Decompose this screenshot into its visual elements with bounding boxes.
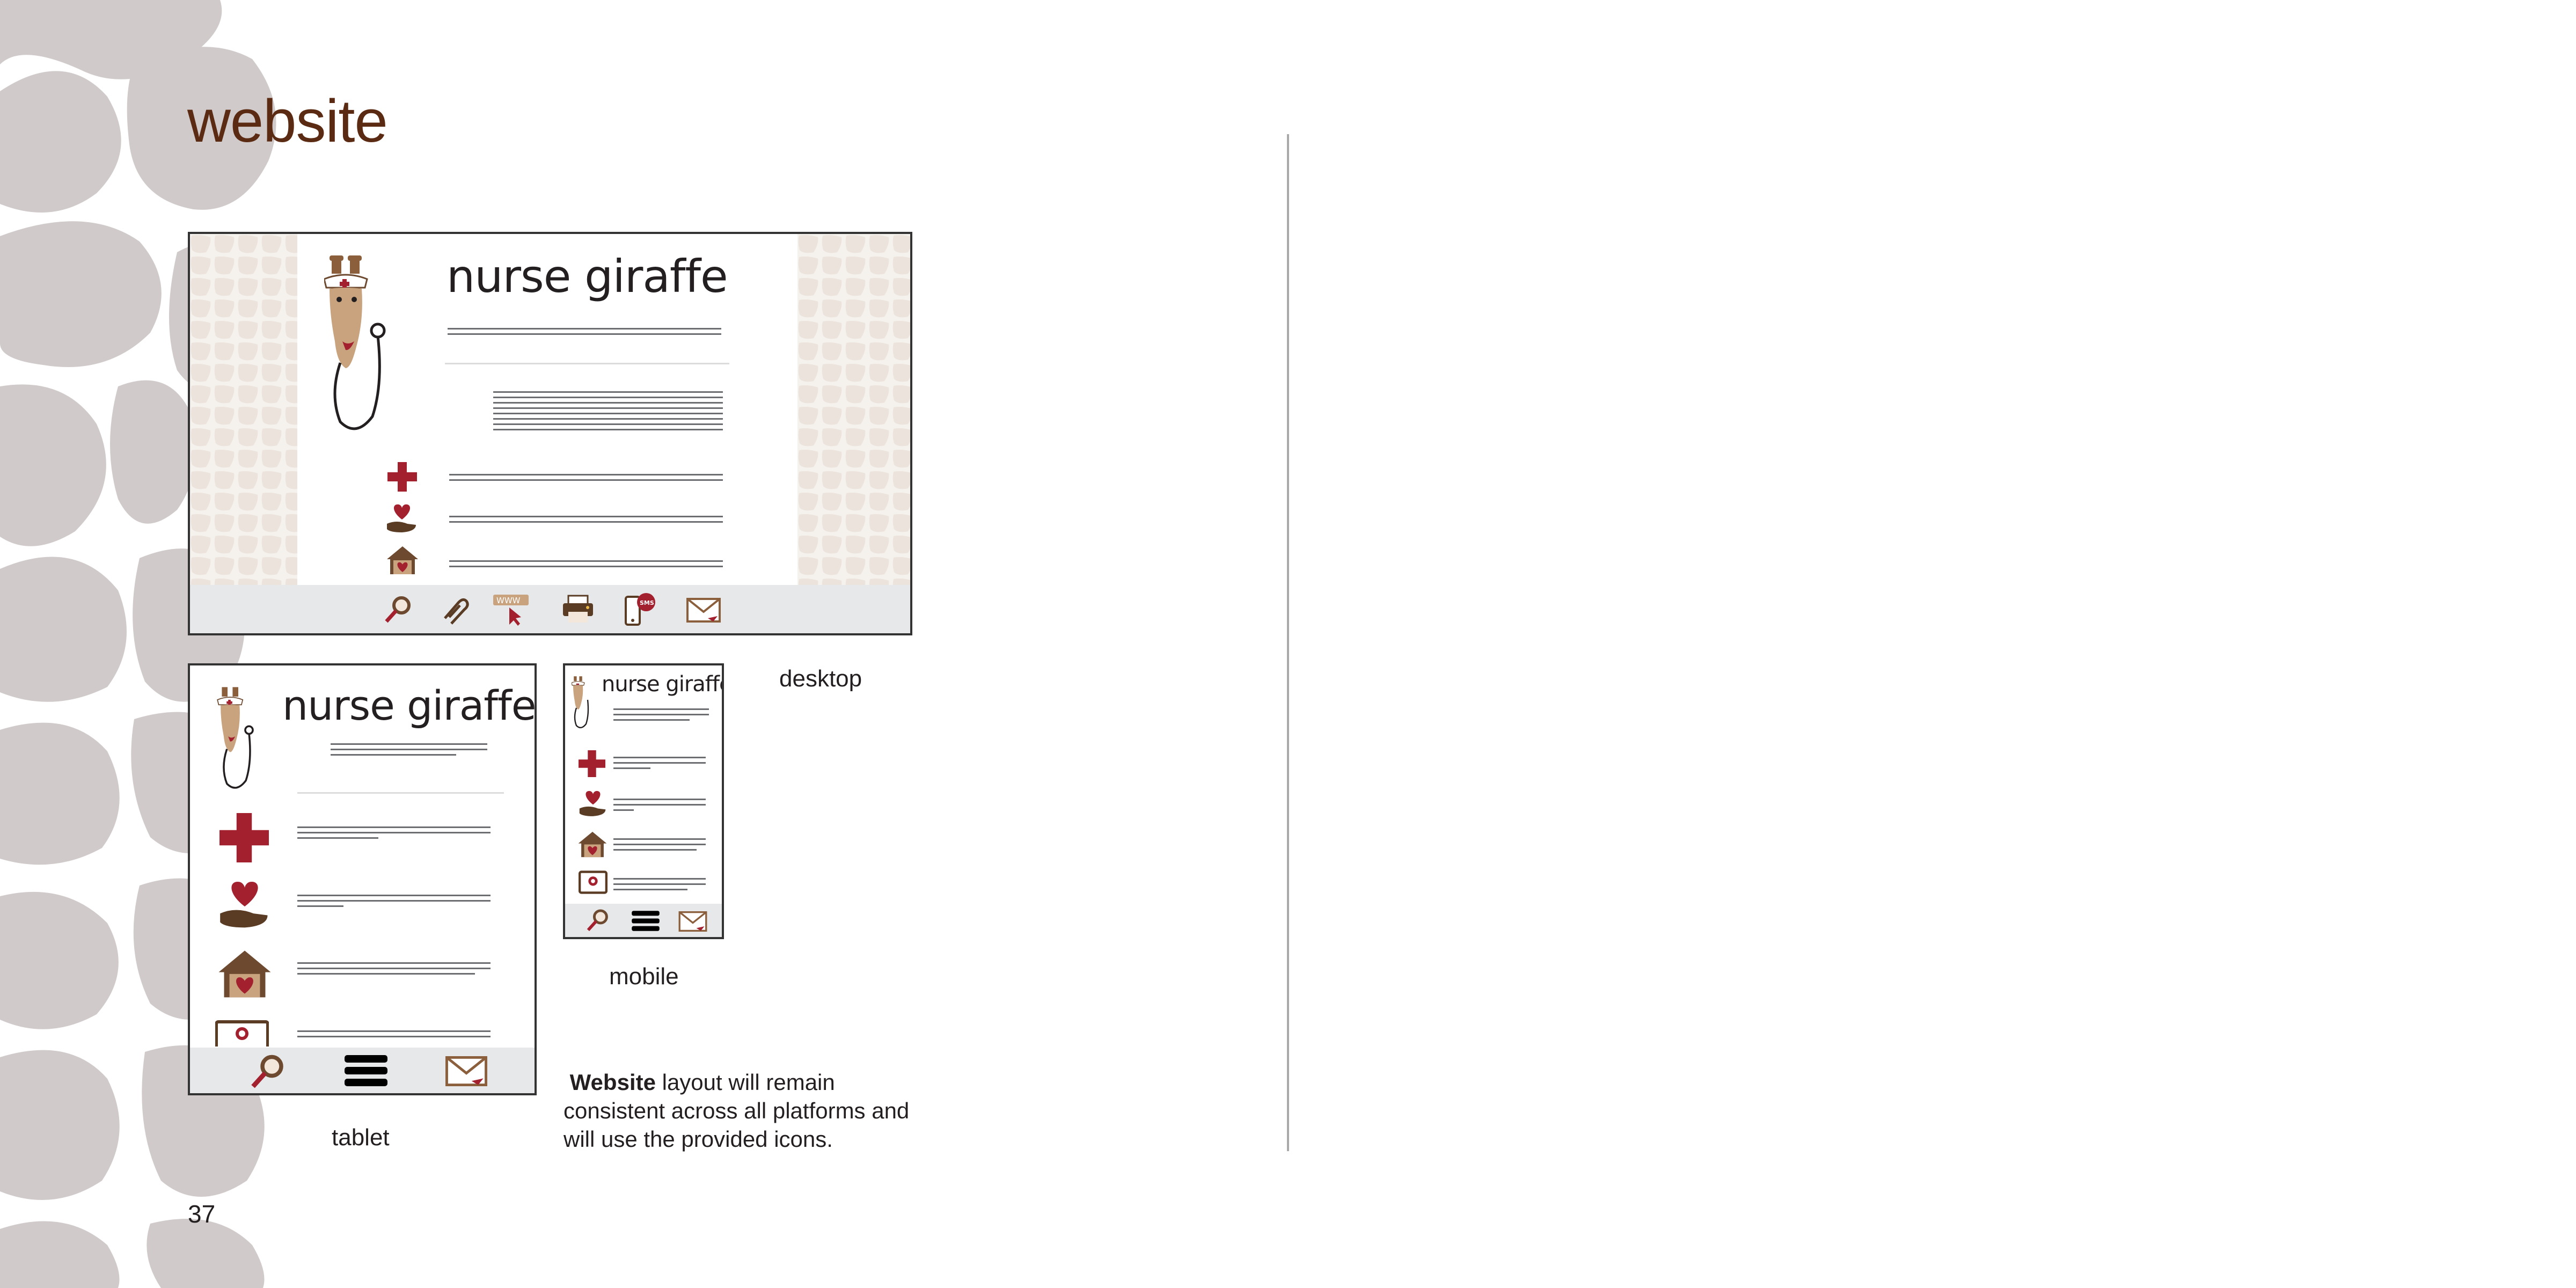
giraffe-logo-icon (324, 255, 386, 430)
envelope-icon[interactable] (686, 598, 721, 623)
mobile-intro-lines (613, 708, 709, 724)
desktop-section-1-lines (449, 474, 723, 485)
magnifier-icon[interactable] (249, 1053, 287, 1091)
heart-hand-icon (387, 504, 416, 532)
tablet-section-2-lines (297, 895, 491, 911)
desktop-caption: desktop (779, 665, 862, 692)
mobile-caption: mobile (609, 963, 679, 990)
certificate-icon (579, 870, 608, 894)
tablet-mockup: nurse giraffe (188, 663, 537, 1095)
desktop-side-pattern-right (797, 234, 910, 610)
magnifier-icon[interactable] (383, 595, 413, 625)
center-divider (1287, 134, 1289, 1151)
desktop-intro-lines (448, 328, 721, 339)
mobile-section-4-lines (613, 878, 706, 894)
house-heart-icon (387, 546, 418, 574)
page-title: website (187, 87, 388, 155)
desktop-section-2-lines (449, 516, 723, 526)
mobile-section-2-lines (613, 799, 706, 815)
desktop-mockup: nurse giraffe WWW SMS (188, 232, 912, 635)
magnifier-icon[interactable] (586, 908, 610, 933)
description-bold: Website (569, 1070, 656, 1095)
heart-hand-icon (220, 881, 268, 928)
printer-icon[interactable] (562, 595, 594, 625)
menu-icon[interactable] (631, 910, 661, 932)
desktop-body-lines (493, 391, 723, 434)
tablet-caption: tablet (332, 1124, 390, 1151)
description-text: Website layout will remain consistent ac… (564, 1068, 939, 1153)
house-heart-icon (578, 831, 607, 858)
desktop-separator (445, 363, 729, 364)
tablet-separator (297, 792, 504, 794)
mobile-section-1-lines (613, 757, 706, 773)
certificate-icon (215, 1020, 269, 1046)
tablet-brand-title: nurse giraffe (282, 682, 536, 729)
page-number: 37 (188, 1200, 216, 1228)
desktop-footer-bar: WWW SMS (190, 585, 910, 633)
svg-text:WWW: WWW (496, 596, 521, 605)
mobile-section-3-lines (613, 838, 706, 854)
mobile-footer-bar (565, 904, 722, 937)
phone-sms-icon[interactable]: SMS (625, 592, 657, 626)
tablet-intro-lines (331, 743, 487, 759)
house-heart-icon (218, 950, 271, 998)
svg-text:SMS: SMS (640, 599, 654, 606)
heart-hand-icon (579, 791, 606, 816)
menu-icon[interactable] (345, 1054, 387, 1087)
www-cursor-icon[interactable]: WWW (493, 595, 531, 627)
cross-icon (387, 462, 417, 492)
desktop-brand-title: nurse giraffe (447, 250, 728, 303)
desktop-side-pattern-left (190, 234, 297, 610)
mobile-brand-title: nurse giraffe (602, 672, 724, 697)
paperclip-icon[interactable] (440, 595, 470, 625)
giraffe-logo-icon (572, 676, 589, 728)
tablet-footer-bar (190, 1048, 535, 1093)
giraffe-logo-icon (217, 687, 254, 789)
cross-icon (219, 813, 269, 862)
mobile-mockup: nurse giraffe (563, 663, 724, 939)
cross-icon (579, 750, 605, 777)
tablet-section-4-lines (297, 1030, 491, 1041)
tablet-section-1-lines (297, 826, 491, 843)
tablet-section-3-lines (297, 962, 491, 978)
envelope-icon[interactable] (445, 1056, 488, 1086)
desktop-section-3-lines (449, 560, 723, 571)
envelope-icon[interactable] (678, 911, 708, 932)
